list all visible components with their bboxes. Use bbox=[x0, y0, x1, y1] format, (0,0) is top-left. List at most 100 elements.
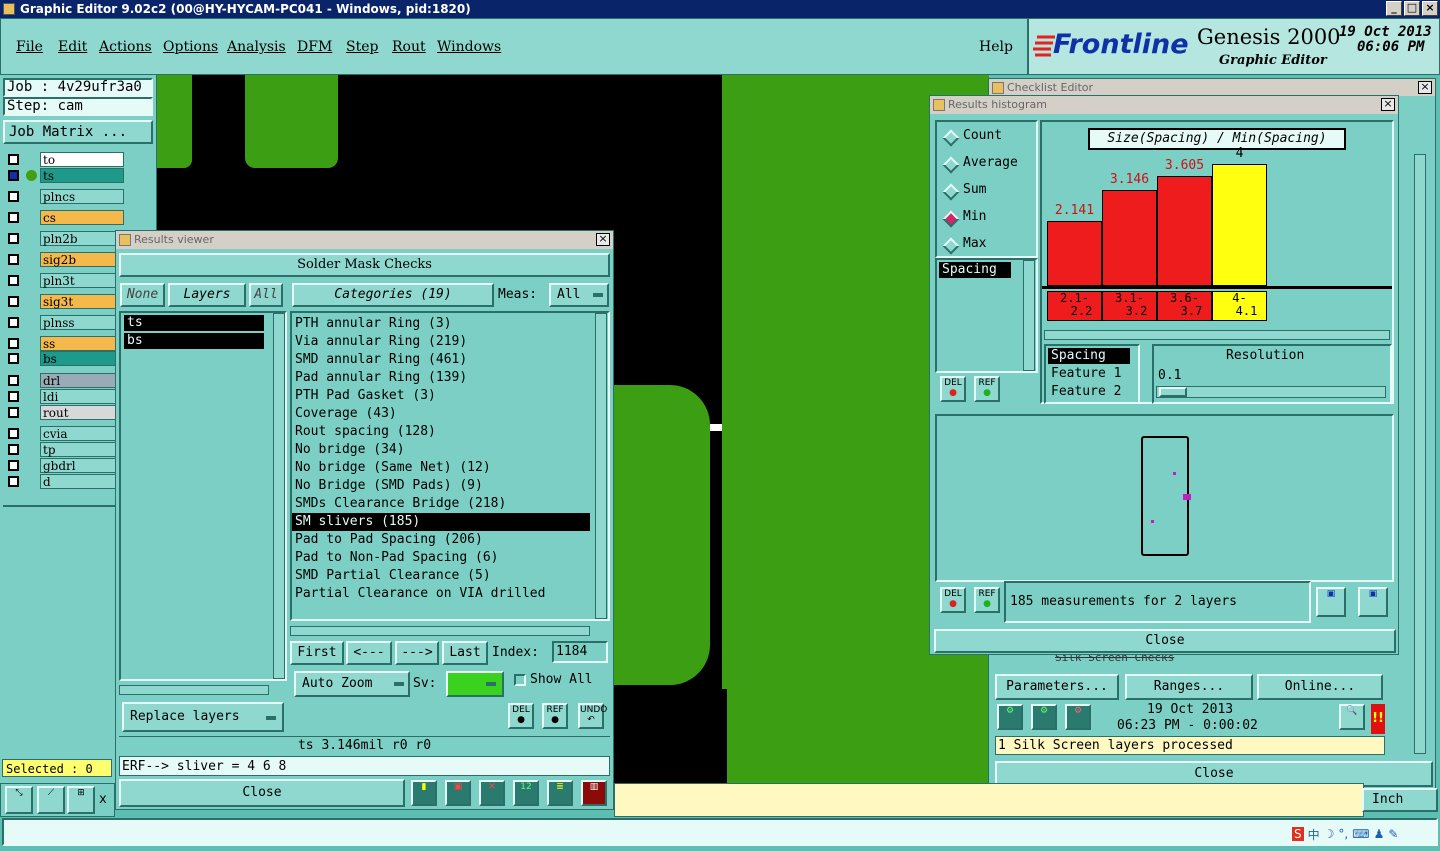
layer-row-tp[interactable]: tp bbox=[6, 442, 124, 457]
auto-zoom-dropdown[interactable]: Auto Zoom bbox=[294, 671, 410, 697]
histogram-close-button[interactable]: Close bbox=[934, 629, 1396, 653]
menu-file[interactable]: File bbox=[16, 39, 43, 55]
replace-layers-dropdown[interactable]: Replace layers bbox=[122, 702, 284, 732]
layer-row-d[interactable]: d bbox=[6, 474, 124, 489]
layer-checkbox[interactable] bbox=[8, 391, 19, 402]
radio-average[interactable] bbox=[942, 156, 960, 174]
keyboard-icon[interactable]: ⌨ bbox=[1352, 827, 1369, 841]
menu-dfm[interactable]: DFM bbox=[297, 39, 332, 55]
preview-ref-icon[interactable]: REF ● bbox=[974, 587, 1000, 613]
category-item[interactable]: No bridge (Same Net) (12) bbox=[292, 459, 590, 477]
layer-checkbox[interactable] bbox=[8, 275, 19, 286]
category-item[interactable]: SMDs Clearance Bridge (218) bbox=[292, 495, 590, 513]
feature-2[interactable]: Feature 2 bbox=[1048, 384, 1121, 400]
undo-icon[interactable]: UNDO ↶ bbox=[578, 703, 607, 729]
histogram-bar[interactable] bbox=[1047, 221, 1102, 286]
del-icon[interactable]: DEL ● bbox=[508, 703, 534, 729]
stop-icon[interactable]: ⚙ bbox=[1065, 704, 1091, 730]
layer-checkbox[interactable] bbox=[8, 338, 19, 349]
layer-row-bs[interactable]: bs bbox=[6, 351, 124, 366]
categories-button[interactable]: Categories (19) bbox=[292, 283, 494, 307]
category-item[interactable]: SMD annular Ring (461) bbox=[292, 351, 590, 369]
layer-row-to[interactable]: to bbox=[6, 152, 124, 167]
layer-row-pln2b[interactable]: pln2b bbox=[6, 231, 124, 246]
checklist-scrollbar[interactable] bbox=[1414, 154, 1426, 754]
zoom-fit-icon[interactable]: ⤡ bbox=[5, 786, 33, 814]
menu-help[interactable]: Help bbox=[979, 39, 1013, 55]
sv-color-dropdown[interactable] bbox=[446, 671, 504, 697]
layer-row-gbdrl[interactable]: gbdrl bbox=[6, 458, 124, 473]
layer-checkbox[interactable] bbox=[8, 317, 19, 328]
feature-spacing[interactable]: Spacing bbox=[1048, 348, 1130, 364]
category-item[interactable]: Pad to Pad Spacing (206) bbox=[292, 531, 590, 549]
hist-ref-icon[interactable]: REF ● bbox=[974, 376, 1000, 402]
slider-thumb[interactable] bbox=[1159, 387, 1187, 397]
layer-list-hscroll[interactable] bbox=[119, 685, 269, 695]
category-item[interactable]: No bridge (34) bbox=[292, 441, 590, 459]
close-window-button[interactable]: × bbox=[1422, 1, 1438, 16]
layer-row-ts[interactable]: ts bbox=[6, 168, 124, 183]
layer-row-sig3t[interactable]: sig3t bbox=[6, 294, 124, 309]
command-input[interactable] bbox=[2, 818, 1438, 846]
ref-icon[interactable]: REF ● bbox=[542, 703, 568, 729]
user-icon[interactable]: ♟ bbox=[1374, 827, 1385, 841]
measure-icon[interactable]: ⟋ bbox=[37, 786, 65, 814]
layer-row-cs[interactable]: cs bbox=[6, 210, 124, 225]
export-all-icon[interactable]: ▣ bbox=[1358, 587, 1388, 617]
layer-list-scrollbar[interactable] bbox=[273, 313, 285, 679]
moon-icon[interactable]: ☽ bbox=[1324, 827, 1335, 841]
menu-windows[interactable]: Windows bbox=[437, 39, 501, 55]
layer-checkbox[interactable] bbox=[8, 460, 19, 471]
menu-options[interactable]: Options bbox=[163, 39, 218, 55]
menu-edit[interactable]: Edit bbox=[58, 39, 87, 55]
category-item[interactable]: Partial Clearance on VIA drilled bbox=[292, 585, 590, 603]
resolution-slider[interactable] bbox=[1156, 386, 1386, 398]
report-icon[interactable]: ≣ bbox=[547, 780, 573, 806]
category-item[interactable]: Coverage (43) bbox=[292, 405, 590, 423]
prev-button[interactable]: <--- bbox=[346, 641, 392, 665]
ime-icon[interactable]: S bbox=[1292, 827, 1304, 841]
layers-button[interactable]: Layers bbox=[168, 283, 246, 307]
export-icon[interactable]: ▣ bbox=[1316, 587, 1346, 617]
metric-scrollbar[interactable] bbox=[1023, 260, 1035, 371]
category-item[interactable]: Via annular Ring (219) bbox=[292, 333, 590, 351]
layer-checkbox[interactable] bbox=[8, 428, 19, 439]
layer-checkbox[interactable] bbox=[8, 154, 19, 165]
meas-dropdown[interactable]: All bbox=[549, 283, 609, 307]
layer-row-cvia[interactable]: cvia bbox=[6, 426, 124, 441]
close-icon[interactable]: × bbox=[1418, 81, 1432, 94]
menu-rout[interactable]: Rout bbox=[392, 39, 426, 55]
category-item[interactable]: No Bridge (SMD Pads) (9) bbox=[292, 477, 590, 495]
category-item[interactable]: SM slivers (185) bbox=[292, 513, 590, 531]
preview-del-icon[interactable]: DEL ● bbox=[940, 587, 966, 613]
layer-row-plncs[interactable]: plncs bbox=[6, 189, 124, 204]
layer-checkbox[interactable] bbox=[8, 375, 19, 386]
grid-icon[interactable]: ⊞ bbox=[67, 786, 95, 814]
layer-row-plnss[interactable]: plnss bbox=[6, 315, 124, 330]
layer-row-drl[interactable]: drl bbox=[6, 373, 124, 388]
layer-checkbox[interactable] bbox=[8, 444, 19, 455]
hist-del-icon[interactable]: DEL ● bbox=[940, 376, 966, 402]
layer-checkbox[interactable] bbox=[8, 233, 19, 244]
chart-hscroll[interactable] bbox=[1044, 330, 1390, 340]
first-button[interactable]: First bbox=[290, 641, 344, 665]
layer-row-pln3t[interactable]: pln3t bbox=[6, 273, 124, 288]
layer-checkbox[interactable] bbox=[8, 476, 19, 487]
layer-checkbox[interactable] bbox=[8, 407, 19, 418]
zoom-icon[interactable]: 🔍 bbox=[1339, 704, 1365, 730]
punct-icon[interactable]: °, bbox=[1338, 827, 1348, 841]
ranges-button[interactable]: Ranges... bbox=[1125, 674, 1253, 700]
menu-actions[interactable]: Actions bbox=[99, 39, 152, 55]
layer-result-item[interactable]: bs bbox=[124, 333, 264, 349]
layer-checkbox[interactable] bbox=[8, 191, 19, 202]
radio-max[interactable] bbox=[942, 237, 960, 255]
all-button[interactable]: All bbox=[249, 283, 283, 307]
category-item[interactable]: Pad to Non-Pad Spacing (6) bbox=[292, 549, 590, 567]
layer-row-rout[interactable]: rout bbox=[6, 405, 124, 420]
layer-result-item[interactable]: ts bbox=[124, 315, 264, 331]
none-button[interactable]: None bbox=[120, 283, 165, 307]
feature-1[interactable]: Feature 1 bbox=[1048, 366, 1121, 382]
parameters-button[interactable]: Parameters... bbox=[995, 674, 1119, 700]
histogram-icon[interactable]: ▥ bbox=[581, 780, 607, 806]
query-icon[interactable]: ▮ bbox=[411, 780, 437, 806]
